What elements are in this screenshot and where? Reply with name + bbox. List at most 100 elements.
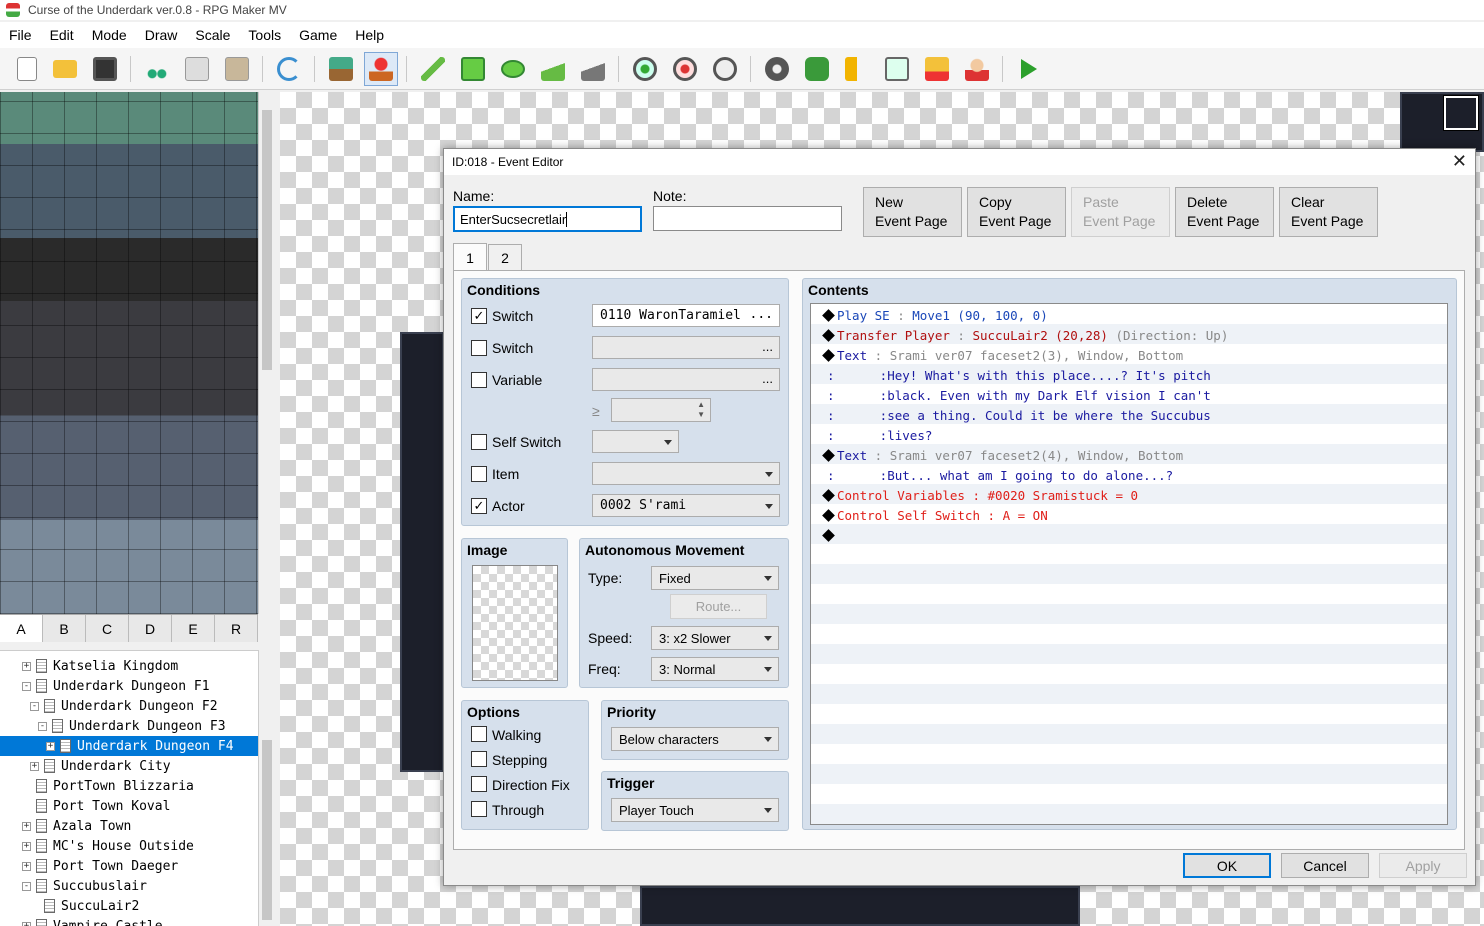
map-tree-item[interactable]: SuccuLair2 <box>0 896 258 916</box>
resource-manager-icon[interactable] <box>920 52 954 86</box>
event-command-line[interactable]: Play SE : Move1 (90, 100, 0) <box>821 305 1048 325</box>
event-page-tab-2[interactable]: 2 <box>488 244 522 270</box>
map-tree-item[interactable]: + Azala Town <box>0 816 258 836</box>
through-checkbox[interactable] <box>471 801 487 817</box>
new-project-icon[interactable] <box>10 52 44 86</box>
event-command-line[interactable]: Text : Srami ver07 faceset2(3), Window, … <box>821 345 1183 365</box>
map-tree-item[interactable]: - Underdark Dungeon F2 <box>0 696 258 716</box>
map-tree-item[interactable]: PortTown Blizzaria <box>0 776 258 796</box>
menu-draw[interactable]: Draw <box>136 27 187 43</box>
event-command-line[interactable]: : : Hey! What's with this place....? It's… <box>821 365 1211 385</box>
event-command-line[interactable]: Transfer Player : SuccuLair2 (20,28) (Di… <box>821 325 1228 345</box>
switch2-select[interactable]: ... <box>592 336 780 359</box>
expand-icon[interactable]: + <box>22 921 31 926</box>
actor-select[interactable]: 0002 S'rami <box>592 494 780 517</box>
plugin-manager-icon[interactable] <box>800 52 834 86</box>
map-tree-item[interactable]: - Underdark Dungeon F3 <box>0 716 258 736</box>
tileset-tab-r[interactable]: R <box>215 615 258 642</box>
fill-icon[interactable] <box>536 52 570 86</box>
movement-speed-select[interactable]: 3: x2 Slower <box>651 626 779 650</box>
movement-freq-select[interactable]: 3: Normal <box>651 657 779 681</box>
event-command-line[interactable]: Text : Srami ver07 faceset2(4), Window, … <box>821 445 1183 465</box>
route-button[interactable]: Route... <box>670 594 767 619</box>
pencil-icon[interactable] <box>416 52 450 86</box>
rectangle-icon[interactable] <box>456 52 490 86</box>
open-project-icon[interactable] <box>48 52 82 86</box>
collapse-icon[interactable]: - <box>38 721 47 731</box>
variable-select[interactable]: ... <box>592 368 780 391</box>
stepping-checkbox[interactable] <box>471 751 487 767</box>
switch2-checkbox[interactable] <box>471 340 487 356</box>
switch1-select[interactable]: 0110 WaronTaramiel... <box>592 304 780 327</box>
tileset-palette[interactable] <box>0 92 258 614</box>
event-image-preview[interactable] <box>472 565 558 681</box>
map-tree-item[interactable]: + Katselia Kingdom <box>0 656 258 676</box>
actual-size-icon[interactable] <box>708 52 742 86</box>
shadow-pen-icon[interactable] <box>576 52 610 86</box>
new-event-page-button[interactable]: New Event Page <box>863 187 962 237</box>
map-tree-scrollbar[interactable] <box>258 650 274 926</box>
tileset-tab-d[interactable]: D <box>129 615 172 642</box>
map-tree-item[interactable]: + Underdark City <box>0 756 258 776</box>
map-mode-icon[interactable] <box>324 52 358 86</box>
expand-icon[interactable]: + <box>22 821 31 831</box>
collapse-icon[interactable]: - <box>22 681 31 691</box>
movement-type-select[interactable]: Fixed <box>651 566 779 590</box>
sound-test-icon[interactable] <box>840 52 874 86</box>
event-command-line[interactable]: : : black. Even with my Dark Elf vision I… <box>821 385 1211 405</box>
event-command-line[interactable]: Control Variables : #0020 Sramistuck = 0 <box>821 485 1138 505</box>
event-command-line[interactable]: : : see a thing. Could it be where the Su… <box>821 405 1211 425</box>
item-checkbox[interactable] <box>471 466 487 482</box>
event-command-line[interactable] <box>821 525 837 545</box>
menu-game[interactable]: Game <box>290 27 346 43</box>
playtest-icon[interactable] <box>1012 52 1046 86</box>
collapse-icon[interactable]: - <box>30 701 39 711</box>
ellipse-icon[interactable] <box>496 52 530 86</box>
menu-tools[interactable]: Tools <box>239 27 290 43</box>
character-generator-icon[interactable] <box>960 52 994 86</box>
map-tree-item[interactable]: - Underdark Dungeon F1 <box>0 676 258 696</box>
menu-file[interactable]: File <box>0 27 41 43</box>
expand-icon[interactable]: + <box>22 861 31 871</box>
variable-value-spinner[interactable]: ▲ ▼ <box>611 398 711 422</box>
delete-event-page-button[interactable]: Delete Event Page <box>1175 187 1274 237</box>
event-command-line[interactable]: : : lives? <box>821 425 932 445</box>
priority-select[interactable]: Below characters <box>611 727 779 751</box>
menu-help[interactable]: Help <box>346 27 393 43</box>
ok-button[interactable]: OK <box>1183 853 1271 878</box>
save-project-icon[interactable] <box>88 52 122 86</box>
self-switch-select[interactable] <box>592 430 679 453</box>
event-searcher-icon[interactable] <box>880 52 914 86</box>
event-commands-list[interactable]: Play SE : Move1 (90, 100, 0) Transfer Pla… <box>810 303 1448 825</box>
trigger-select[interactable]: Player Touch <box>611 798 779 822</box>
expand-icon[interactable]: + <box>30 761 39 771</box>
copy-icon[interactable] <box>180 52 214 86</box>
actor-checkbox[interactable]: ✓ <box>471 498 487 514</box>
tileset-tab-e[interactable]: E <box>172 615 215 642</box>
tileset-tab-a[interactable]: A <box>0 615 43 642</box>
copy-event-page-button[interactable]: Copy Event Page <box>967 187 1066 237</box>
menu-edit[interactable]: Edit <box>41 27 83 43</box>
tileset-scrollbar[interactable] <box>258 92 274 614</box>
map-tree-item[interactable]: + Port Town Daeger <box>0 856 258 876</box>
paste-icon[interactable] <box>220 52 254 86</box>
event-command-line[interactable]: Control Self Switch : A = ON <box>821 505 1048 525</box>
self-switch-checkbox[interactable] <box>471 434 487 450</box>
item-select[interactable] <box>592 462 780 485</box>
cut-icon[interactable] <box>140 52 174 86</box>
variable-checkbox[interactable] <box>471 372 487 388</box>
map-tree-item[interactable]: + Underdark Dungeon F4 <box>0 736 258 756</box>
zoom-out-icon[interactable] <box>668 52 702 86</box>
map-tree-item[interactable]: Port Town Koval <box>0 796 258 816</box>
cancel-button[interactable]: Cancel <box>1281 853 1369 878</box>
event-mode-icon[interactable] <box>364 52 398 86</box>
expand-icon[interactable]: + <box>22 661 31 671</box>
apply-button[interactable]: Apply <box>1379 853 1467 878</box>
map-tree-item[interactable]: - Succubuslair <box>0 876 258 896</box>
event-page-tab-1[interactable]: 1 <box>453 243 487 271</box>
event-command-line[interactable]: : : But... what am I going to do alone...… <box>821 465 1173 485</box>
direction-fix-checkbox[interactable] <box>471 776 487 792</box>
switch1-checkbox[interactable]: ✓ <box>471 308 487 324</box>
expand-icon[interactable]: + <box>22 841 31 851</box>
database-icon[interactable] <box>760 52 794 86</box>
